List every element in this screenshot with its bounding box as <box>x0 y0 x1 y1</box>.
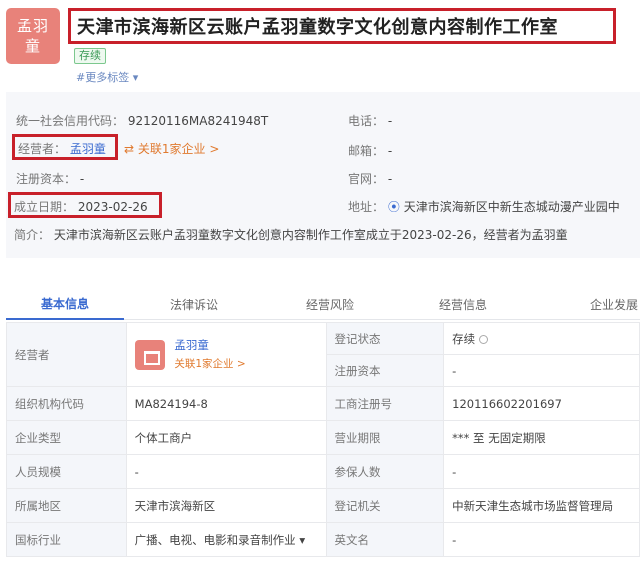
operator-avatar-icon <box>134 339 165 370</box>
table-row: 所属地区 天津市滨海新区 登记机关 中新天津生态城市场监督管理局 <box>6 488 640 523</box>
org-code-value: MA824194-8 <box>125 386 327 421</box>
region-label: 所属地区 <box>6 488 127 523</box>
address-row: 地址： ⦿ 天津市滨海新区中新生态城动漫产业园中 <box>348 198 640 215</box>
company-logo: 孟羽 童 <box>6 8 60 64</box>
website-value: - <box>387 172 393 186</box>
company-title-highlight: 天津市滨海新区云账户孟羽童数字文化创意内容制作工作室 <box>68 8 616 44</box>
detail-tabs: 基本信息 法律诉讼 经营风险 经营信息 企业发展 <box>6 288 640 320</box>
email-row: 邮箱： - <box>348 142 392 159</box>
operator-cell: 孟羽童 关联1家企业 > <box>125 322 327 387</box>
reg-status-cell: 存续 <box>443 322 640 355</box>
email-value: - <box>387 144 393 158</box>
location-pin-icon: ⦿ <box>387 200 400 214</box>
phone-value: - <box>387 114 393 128</box>
related-companies-text: 关联1家企业 > <box>137 142 220 156</box>
address-value[interactable]: 天津市滨海新区中新生态城动漫产业园中 <box>404 200 620 214</box>
operator-cell-label: 经营者 <box>6 322 127 387</box>
phone-row: 电话： - <box>348 112 392 129</box>
intro-label: 简介： <box>14 228 51 242</box>
table-row: 经营者 孟羽童 关联1家企业 > 登记状态 存续 <box>6 322 640 387</box>
authority-label: 登记机关 <box>325 488 445 523</box>
capital-value: - <box>79 172 85 186</box>
region-value: 天津市滨海新区 <box>125 488 327 523</box>
biz-reg-label: 工商注册号 <box>325 386 445 421</box>
tab-basic-info[interactable]: 基本信息 <box>6 288 124 320</box>
status-tag: 存续 <box>74 48 106 64</box>
credit-code-value: 92120116MA8241948T <box>127 114 269 128</box>
operator-label: 经营者： <box>18 142 67 156</box>
intro-row: 简介： 天津市滨海新区云账户孟羽童数字文化创意内容制作工作室成立于2023-02… <box>14 226 640 243</box>
phone-label: 电话： <box>348 114 385 128</box>
operator-name-link[interactable]: 孟羽童 <box>174 338 209 352</box>
insured-value: - <box>443 454 640 489</box>
term-value: *** 至 无固定期限 <box>443 420 640 455</box>
tab-development[interactable]: 企业发展 <box>530 288 640 320</box>
staff-label: 人员规模 <box>6 454 127 489</box>
established-label: 成立日期： <box>14 200 75 214</box>
reg-status-value: 存续 <box>452 331 476 346</box>
biz-reg-value: 120116602201697 <box>443 386 640 421</box>
industry-value[interactable]: 广播、电视、电影和录音制作业 ▾ <box>125 522 327 557</box>
operator-link[interactable]: 孟羽童 <box>70 142 106 156</box>
english-name-value: - <box>443 522 640 557</box>
type-value: 个体工商户 <box>125 420 327 455</box>
authority-value: 中新天津生态城市场监督管理局 <box>443 488 640 523</box>
table-row: 人员规模 - 参保人数 - <box>6 454 640 489</box>
website-row: 官网： - <box>348 170 392 187</box>
established-row: 成立日期： 2023-02-26 <box>14 198 148 215</box>
term-label: 营业期限 <box>325 420 445 455</box>
operator-related-link[interactable]: 关联1家企业 > <box>174 358 245 370</box>
tab-risk[interactable]: 经营风险 <box>264 288 396 320</box>
table-row: 国标行业 广播、电视、电影和录音制作业 ▾ 英文名 - <box>6 522 640 557</box>
address-label: 地址： <box>348 200 385 214</box>
basic-info-table: 经营者 孟羽童 关联1家企业 > 登记状态 存续 注册资本 - 组织机构代码 M… <box>6 322 640 557</box>
capital-row: 注册资本： - <box>16 170 84 187</box>
operator-row: 经营者： 孟羽童 <box>18 140 106 157</box>
credit-code-row: 统一社会信用代码： 92120116MA8241948T <box>16 112 268 129</box>
tab-business-info[interactable]: 经营信息 <box>396 288 530 320</box>
relation-icon: ⇄ <box>124 142 135 156</box>
reg-status-label: 登记状态 <box>325 322 445 355</box>
email-label: 邮箱： <box>348 144 385 158</box>
tab-legal[interactable]: 法律诉讼 <box>124 288 264 320</box>
english-name-label: 英文名 <box>325 522 445 557</box>
reg-capital-label: 注册资本 <box>325 354 445 387</box>
capital-label: 注册资本： <box>16 172 77 186</box>
table-row: 组织机构代码 MA824194-8 工商注册号 120116602201697 <box>6 386 640 421</box>
type-label: 企业类型 <box>6 420 127 455</box>
established-value: 2023-02-26 <box>77 200 148 214</box>
table-row: 企业类型 个体工商户 营业期限 *** 至 无固定期限 <box>6 420 640 455</box>
org-code-label: 组织机构代码 <box>6 386 127 421</box>
related-companies-link[interactable]: ⇄ 关联1家企业 > <box>124 140 219 157</box>
staff-value: - <box>125 454 327 489</box>
intro-value: 天津市滨海新区云账户孟羽童数字文化创意内容制作工作室成立于2023-02-26，… <box>53 228 568 242</box>
website-label: 官网： <box>348 172 385 186</box>
company-name: 天津市滨海新区云账户孟羽童数字文化创意内容制作工作室 <box>77 17 558 38</box>
industry-label: 国标行业 <box>6 522 127 557</box>
insured-label: 参保人数 <box>325 454 445 489</box>
info-circle-icon[interactable] <box>479 334 489 344</box>
reg-capital-value: - <box>443 354 640 387</box>
more-tags-link[interactable]: #更多标签 ▾ <box>76 69 138 85</box>
credit-code-label: 统一社会信用代码： <box>16 114 125 128</box>
